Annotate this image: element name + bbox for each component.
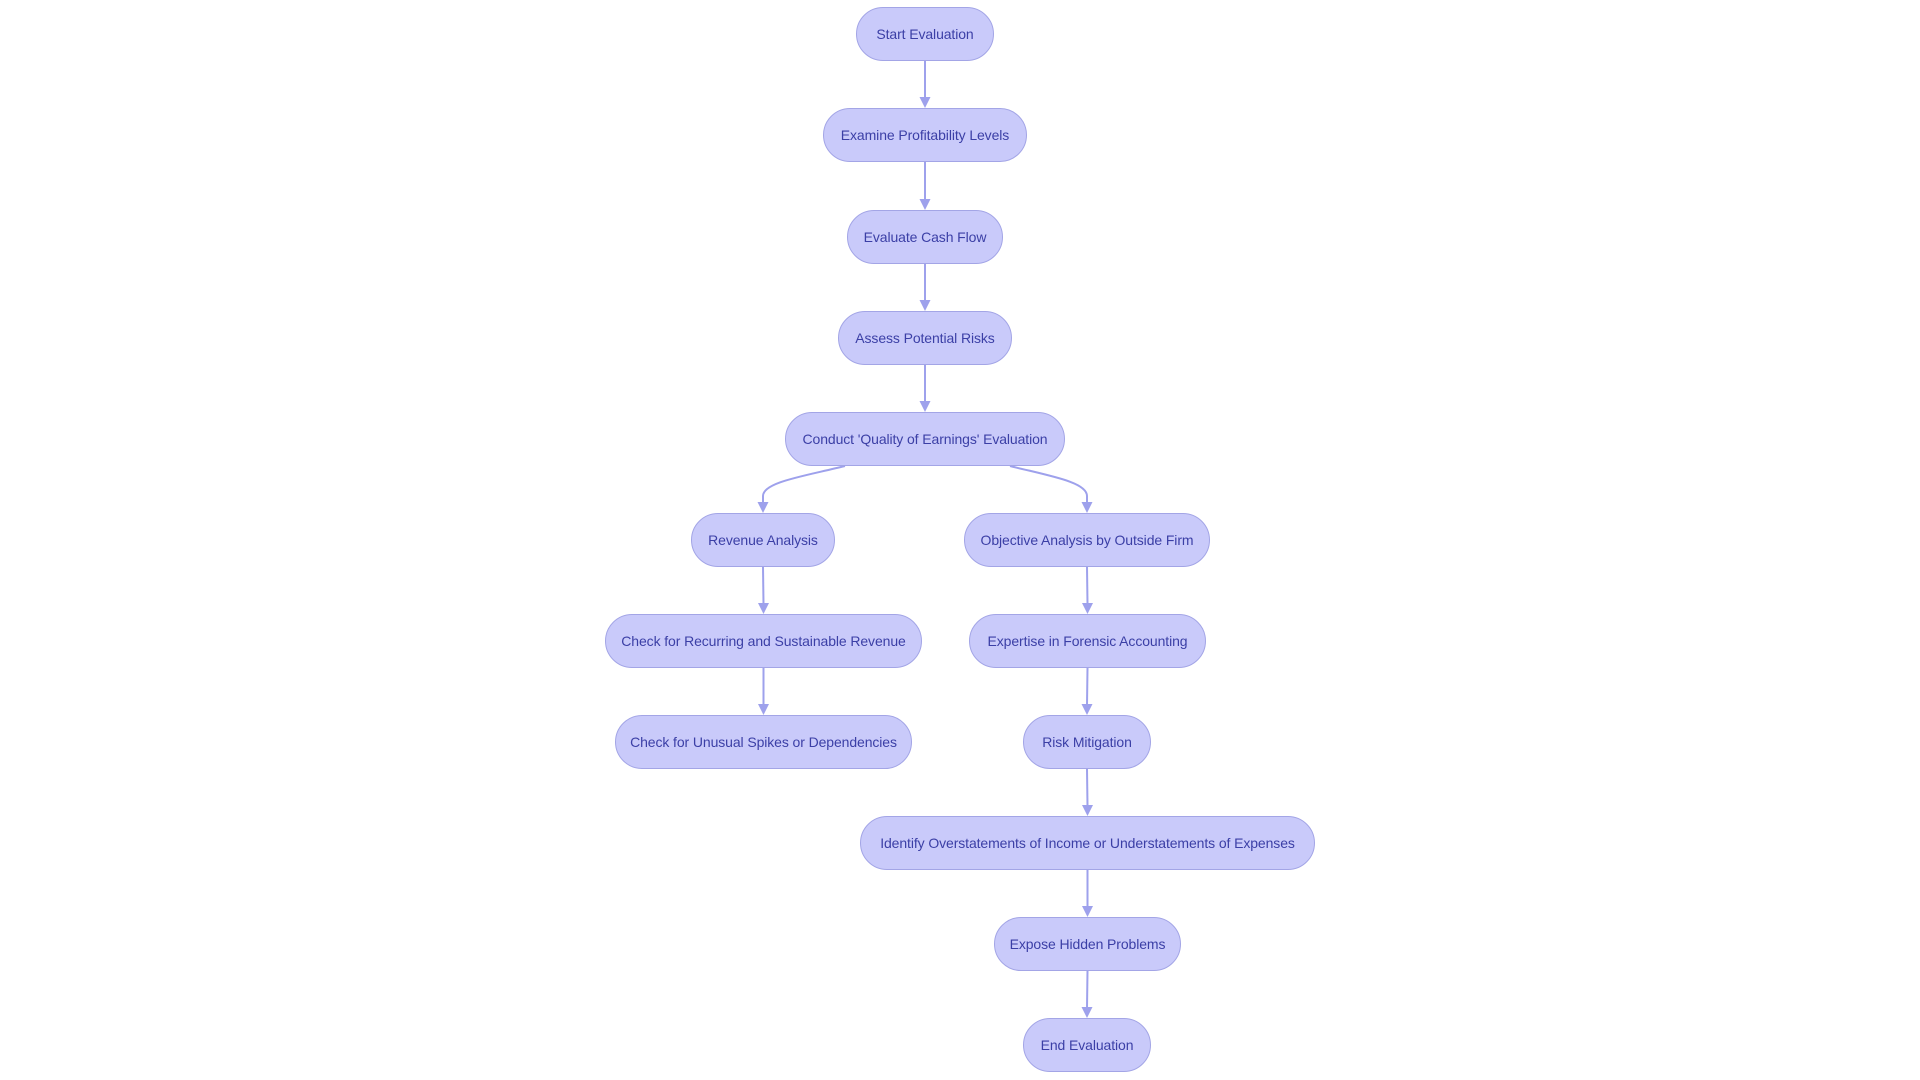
- arrowhead-icon: [919, 401, 931, 412]
- edge-line: [1086, 970, 1089, 1009]
- arrowhead-icon: [1081, 704, 1093, 715]
- node-check-unusual-spikes[interactable]: Check for Unusual Spikes or Dependencies: [615, 715, 912, 769]
- edge-cash-to-risks: [919, 264, 931, 311]
- node-expertise-forensic-accounting[interactable]: Expertise in Forensic Accounting: [969, 614, 1206, 668]
- edge-mitigation-to-overstatements: [1082, 768, 1093, 816]
- flowchart-canvas: Start Evaluation Examine Profitability L…: [0, 0, 1920, 1080]
- node-evaluate-cash-flow[interactable]: Evaluate Cash Flow: [847, 210, 1003, 264]
- arrowhead-icon: [919, 199, 931, 210]
- edge-recurring-to-spikes: [758, 668, 769, 715]
- node-revenue-analysis[interactable]: Revenue Analysis: [691, 513, 835, 567]
- edge-qoe-to-revenue: [757, 465, 846, 513]
- node-quality-of-earnings-evaluation[interactable]: Conduct 'Quality of Earnings' Evaluation: [785, 412, 1065, 466]
- node-examine-profitability-levels[interactable]: Examine Profitability Levels: [823, 108, 1027, 162]
- node-end-evaluation[interactable]: End Evaluation: [1023, 1018, 1151, 1072]
- edge-line: [1009, 465, 1088, 503]
- edge-line: [762, 465, 846, 503]
- edge-start-to-profit: [919, 61, 931, 108]
- edge-line: [762, 566, 765, 605]
- arrowhead-icon: [758, 603, 769, 614]
- node-identify-overstatements[interactable]: Identify Overstatements of Income or Und…: [860, 816, 1315, 870]
- node-objective-analysis-outside-firm[interactable]: Objective Analysis by Outside Firm: [964, 513, 1210, 567]
- node-expose-hidden-problems[interactable]: Expose Hidden Problems: [994, 917, 1181, 971]
- edge-risks-to-qoe: [919, 365, 931, 412]
- arrowhead-icon: [1082, 805, 1093, 816]
- arrowhead-icon: [757, 502, 769, 513]
- edge-line: [1086, 768, 1089, 807]
- edges-layer: [757, 61, 1093, 1018]
- edge-line: [1086, 667, 1089, 706]
- edge-objective-to-forensic: [1082, 566, 1093, 614]
- arrowhead-icon: [1082, 906, 1093, 917]
- node-assess-potential-risks[interactable]: Assess Potential Risks: [838, 311, 1012, 365]
- edge-forensic-to-mitigation: [1081, 667, 1093, 715]
- arrowhead-icon: [919, 300, 931, 311]
- node-check-recurring-revenue[interactable]: Check for Recurring and Sustainable Reve…: [605, 614, 922, 668]
- edge-line: [1086, 566, 1089, 605]
- edge-profit-to-cash: [919, 162, 931, 210]
- arrowhead-icon: [919, 97, 931, 108]
- node-risk-mitigation[interactable]: Risk Mitigation: [1023, 715, 1151, 769]
- edge-revenue-to-recurring: [758, 566, 769, 614]
- edge-overstatements-to-hidden: [1082, 870, 1093, 917]
- arrowhead-icon: [1081, 1007, 1093, 1018]
- arrowhead-icon: [1082, 603, 1093, 614]
- arrowhead-icon: [758, 704, 769, 715]
- edge-qoe-to-objective: [1009, 465, 1093, 513]
- node-start-evaluation[interactable]: Start Evaluation: [856, 7, 994, 61]
- arrowhead-icon: [1081, 502, 1093, 513]
- edge-hidden-to-end: [1081, 970, 1093, 1018]
